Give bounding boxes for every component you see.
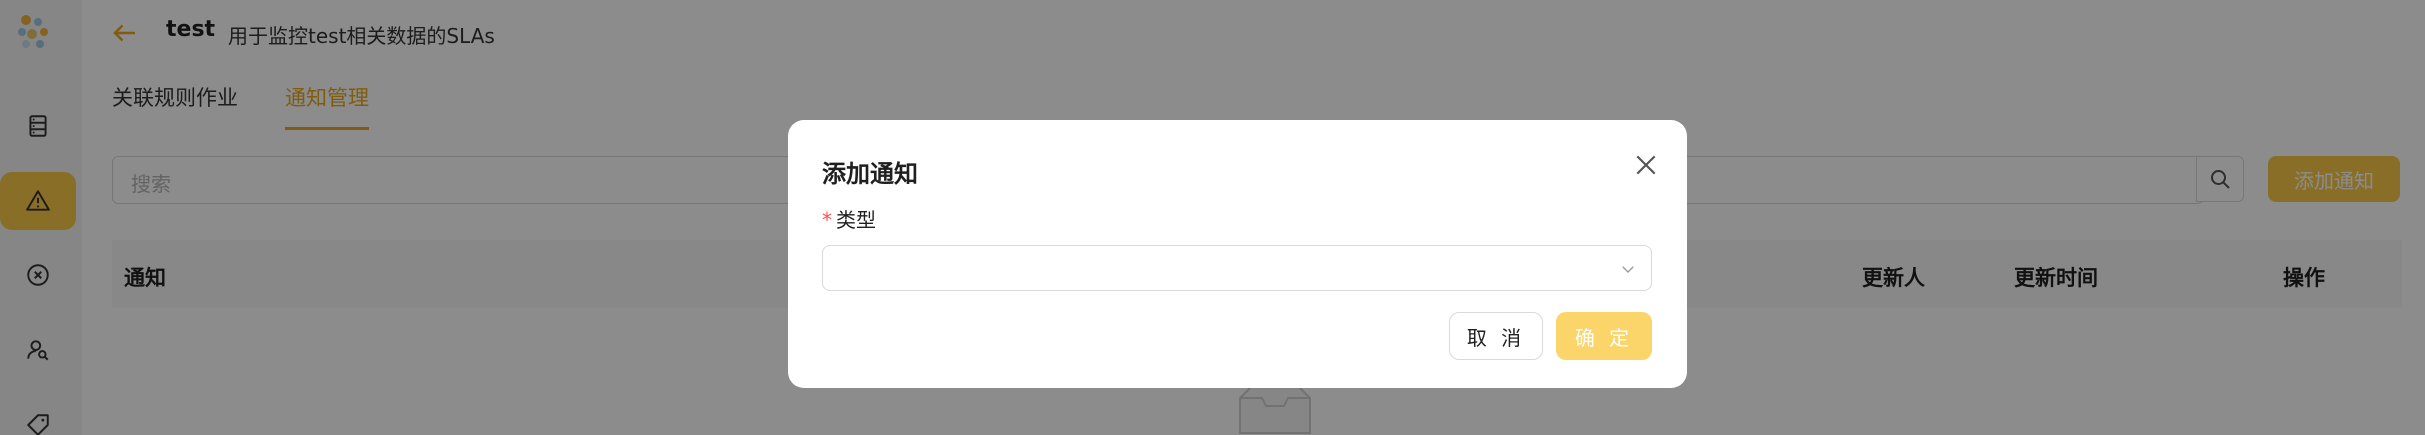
required-marker: * <box>822 208 832 232</box>
type-field-label: * 类型 <box>822 204 876 233</box>
close-icon[interactable] <box>1631 150 1661 180</box>
cancel-button[interactable]: 取 消 <box>1449 312 1543 360</box>
chevron-down-icon <box>1622 266 1634 273</box>
app-window: test 用于监控test相关数据的SLAs 关联规则作业 通知管理 搜索 添加… <box>0 0 2425 435</box>
dialog-title: 添加通知 <box>822 160 918 188</box>
type-select[interactable] <box>822 245 1652 291</box>
type-label-text: 类型 <box>836 208 876 232</box>
add-notification-dialog: 添加通知 * 类型 取 消 确 定 <box>788 120 1687 388</box>
confirm-button[interactable]: 确 定 <box>1556 312 1652 360</box>
